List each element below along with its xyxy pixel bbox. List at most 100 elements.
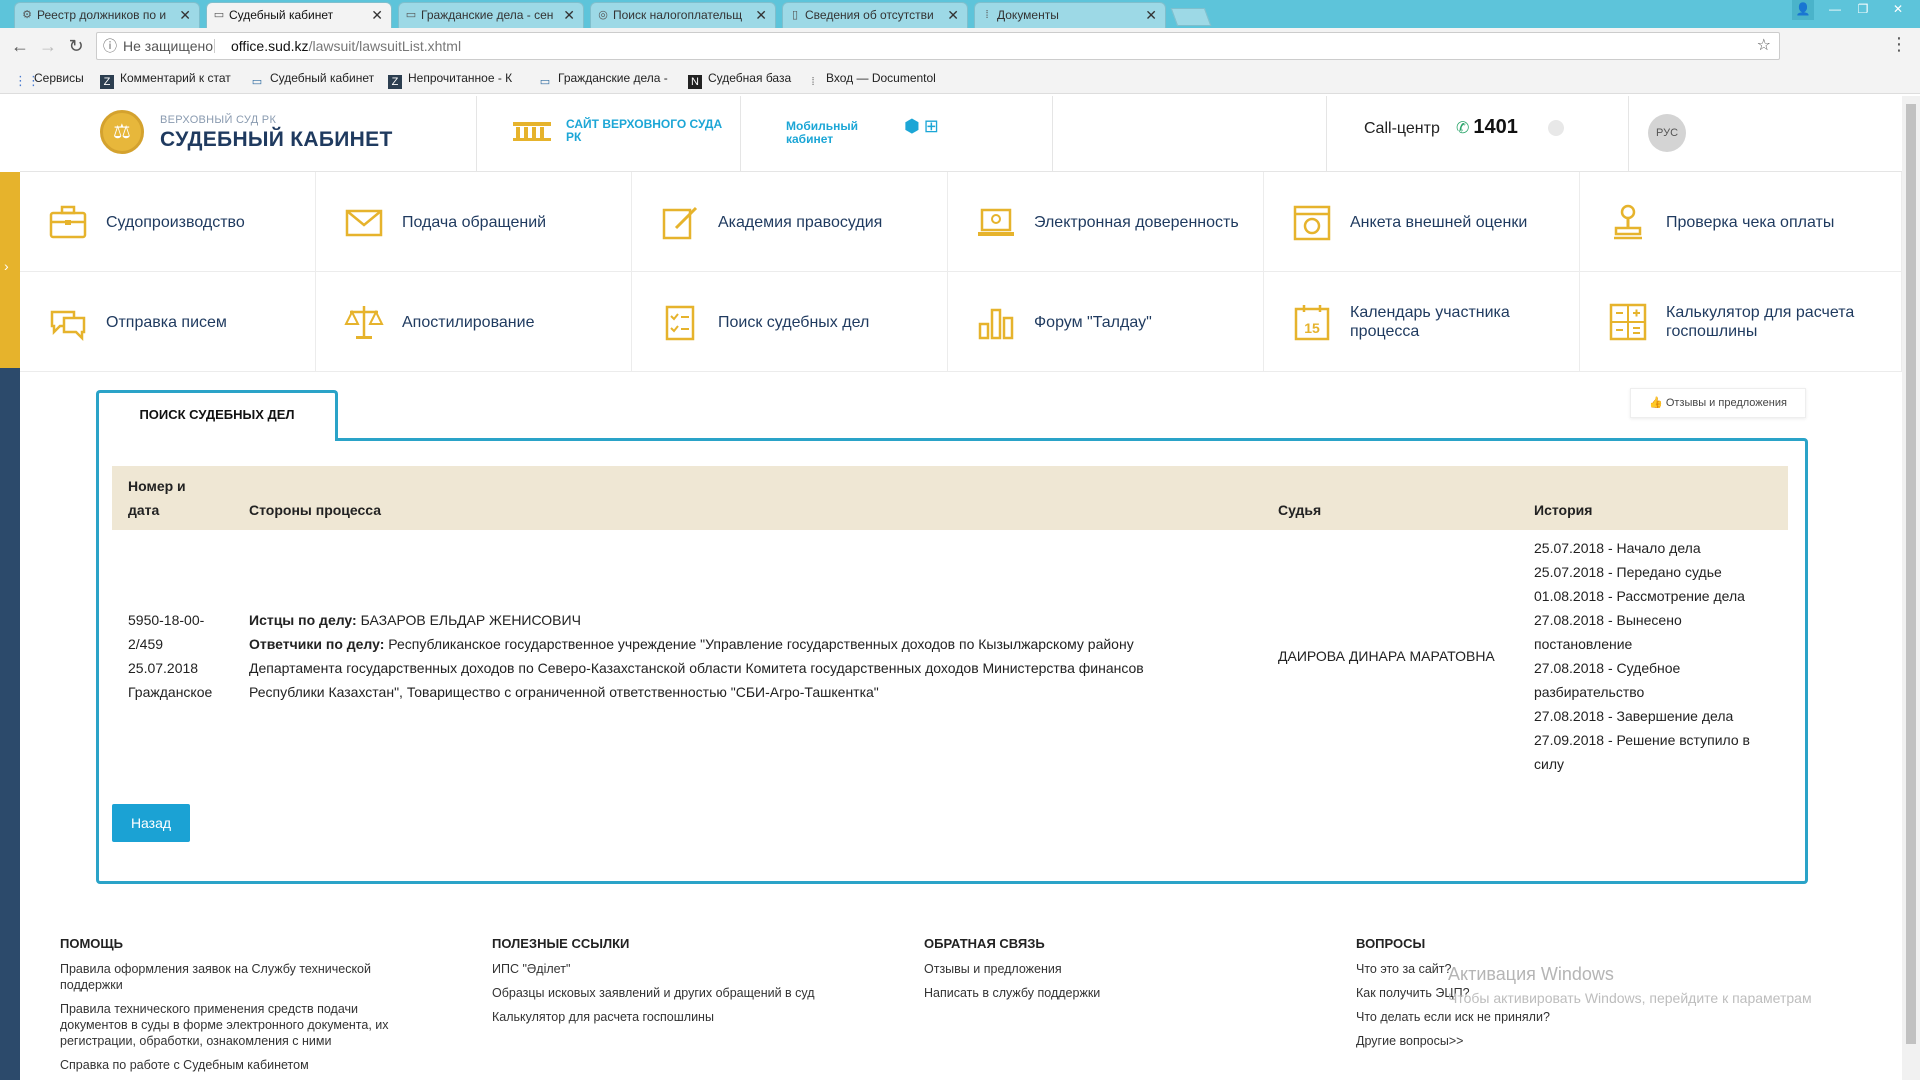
bookmark-item[interactable]: Z Комментарий к стат (100, 71, 231, 89)
phone-icon: ✆ (1456, 120, 1470, 137)
info-icon[interactable]: ⓘ (103, 33, 117, 59)
browser-tab[interactable]: ⁞ Документы ✕ (974, 2, 1166, 28)
case-number-date[interactable]: 5950-18-00- 2/459 25.07.2018 Гражданское (128, 608, 248, 704)
service-judicial-proceedings[interactable]: Судопроизводство (20, 172, 316, 272)
browser-tab-active[interactable]: ▭ Судебный кабинет ✕ (206, 2, 392, 28)
bookmark-item[interactable]: ▭ Судебный кабинет (250, 71, 374, 89)
logo-title[interactable]: СУДЕБНЫЙ КАБИНЕТ (160, 128, 393, 152)
browser-tab[interactable]: ⚙ Реестр должников по и ✕ (14, 2, 200, 28)
forward-arrow-icon[interactable]: → (36, 34, 60, 58)
browser-tab[interactable]: ◎ Поиск налогоплательщ ✕ (590, 2, 776, 28)
bookmark-label: Вход — Documentol (826, 71, 936, 85)
service-external-evaluation[interactable]: Анкета внешней оценки (1264, 172, 1580, 272)
service-participant-calendar[interactable]: 15 Календарь участника процесса (1264, 272, 1580, 372)
history-entry: силу (1534, 756, 1564, 772)
bookmark-item[interactable]: ⁞ Вход — Documentol (806, 71, 936, 89)
supreme-court-building-icon[interactable] (512, 120, 552, 142)
service-justice-academy[interactable]: Академия правосудия (632, 172, 948, 272)
url-text: office.sud.kz/lawsuit/lawsuitList.xhtml (231, 33, 461, 59)
bookmark-item[interactable]: ⋮⋮Сервисы (14, 71, 84, 88)
tax-icon: ◎ (598, 9, 608, 21)
supreme-court-link[interactable]: САЙТ ВЕРХОВНОГО СУДА РК (566, 118, 726, 144)
windows-icon[interactable]: ⊞ (924, 116, 943, 136)
service-label: Отправка писем (106, 313, 227, 331)
footer-feedback: ОБРАТНАЯ СВЯЗЬ Отзывы и предложения Напи… (924, 936, 1324, 1009)
browser-tab[interactable]: ▭ Гражданские дела - сен ✕ (398, 2, 584, 28)
defendant-name: Республики Казахстан", Товарищество с ог… (249, 684, 879, 700)
footer-link[interactable]: ИПС "Әділет" (492, 961, 892, 977)
service-forum-taldau[interactable]: Форум "Талдау" (948, 272, 1264, 372)
logo-subtitle[interactable]: ВЕРХОВНЫЙ СУД РК (160, 114, 276, 126)
language-switcher[interactable]: РУС (1648, 114, 1686, 152)
browser-tab[interactable]: ▯ Сведения об отсутстви ✕ (782, 2, 968, 28)
site-header: ⚖ ВЕРХОВНЫЙ СУД РК СУДЕБНЫЙ КАБИНЕТ САЙТ… (20, 96, 1902, 172)
chevron-right-icon[interactable]: › (4, 258, 9, 274)
reload-icon[interactable]: ↻ (64, 34, 88, 58)
callcenter-label: Call-центр (1364, 120, 1440, 137)
service-e-power-of-attorney[interactable]: Электронная доверенность (948, 172, 1264, 272)
close-icon[interactable]: ✕ (1145, 3, 1157, 27)
close-icon[interactable]: ✕ (179, 3, 191, 27)
feedback-label: Отзывы и предложения (1665, 397, 1787, 409)
callcenter-number[interactable]: ✆ 1401 (1456, 116, 1518, 139)
history-entry: разбирательство (1534, 684, 1645, 700)
feedback-button[interactable]: 👍 Отзывы и предложения (1630, 388, 1806, 418)
footer-link[interactable]: Отзывы и предложения (924, 961, 1324, 977)
new-tab-button[interactable] (1170, 8, 1212, 26)
table-header: Номер и дата Стороны процесса Судья Истор… (112, 466, 1788, 530)
bookmark-item[interactable]: ▭ Гражданские дела - (538, 71, 668, 89)
grid-icon: ⁞ (811, 76, 815, 88)
calculator-icon (1609, 303, 1647, 341)
court-emblem-icon[interactable]: ⚖ (100, 110, 144, 154)
footer-link[interactable]: Другие вопросы>> (1356, 1033, 1756, 1049)
service-send-letters[interactable]: Отправка писем (20, 272, 316, 372)
footer-link[interactable]: Написать в службу поддержки (924, 985, 1324, 1001)
footer-link[interactable]: Правила технического применения средств … (60, 1001, 420, 1049)
service-apostille[interactable]: Апостилирование (316, 272, 632, 372)
security-label: Не защищено (123, 38, 213, 54)
restore-icon[interactable]: ❐ (1852, 0, 1874, 20)
minimize-icon[interactable]: — (1824, 0, 1846, 20)
service-label: Календарь участника процесса (1350, 304, 1510, 340)
back-arrow-icon[interactable]: ← (8, 34, 32, 58)
service-check-payment[interactable]: Проверка чека оплаты (1580, 172, 1902, 272)
footer-link[interactable]: Правила оформления заявок на Службу техн… (60, 961, 420, 993)
close-icon[interactable]: ✕ (947, 3, 959, 27)
bookmark-star-icon[interactable]: ☆ (1757, 33, 1771, 59)
close-icon[interactable]: ✕ (563, 3, 575, 27)
bookmarks-bar: ⋮⋮Сервисы Z Комментарий к стат ▭ Судебный … (0, 64, 1920, 94)
case-number: 2/459 (128, 636, 164, 652)
stamp-icon (1614, 204, 1642, 240)
address-bar[interactable]: ⓘ Не защищено office.sud.kz/lawsuit/laws… (96, 32, 1780, 60)
service-label: Анкета внешней оценки (1350, 213, 1528, 231)
chat-icon (50, 310, 86, 342)
court-icon: ▭ (539, 76, 551, 88)
sidebar-toggle[interactable] (0, 172, 20, 368)
scrollbar-thumb[interactable] (1906, 104, 1916, 1044)
history-entry: 01.08.2018 - Рассмотрение дела (1534, 588, 1745, 604)
service-case-search[interactable]: Поиск судебных дел (632, 272, 948, 372)
profile-icon[interactable]: 👤 (1792, 0, 1814, 20)
tab-case-search[interactable]: ПОИСК СУДЕБНЫХ ДЕЛ (96, 390, 338, 441)
tab-label: Судебный кабинет (229, 8, 334, 22)
back-button[interactable]: Назад (112, 804, 190, 842)
column-label: Номер и (128, 478, 186, 494)
history-entry: 27.09.2018 - Решение вступило в (1534, 732, 1750, 748)
close-icon[interactable]: ✕ (371, 3, 383, 27)
service-submit-appeals[interactable]: Подача обращений (316, 172, 632, 272)
close-icon[interactable]: ✕ (755, 3, 767, 27)
case-type: Гражданское (128, 684, 213, 700)
footer-link[interactable]: Образцы исковых заявлений и других обращ… (492, 985, 892, 1001)
android-icon[interactable]: ⬢ (904, 116, 924, 136)
bookmark-item[interactable]: N Судебная база (688, 71, 791, 89)
tab-label: Документы (997, 8, 1059, 22)
footer-link[interactable]: Что делать если иск не приняли? (1356, 1009, 1756, 1025)
window-close-icon[interactable]: ✕ (1880, 0, 1916, 20)
info-icon[interactable] (1548, 120, 1564, 136)
divider (1052, 96, 1053, 172)
service-fee-calculator[interactable]: Калькулятор для расчета госпошлины (1580, 272, 1902, 372)
footer-link[interactable]: Калькулятор для расчета госпошлины (492, 1009, 892, 1025)
footer-link[interactable]: Справка по работе с Судебным кабинетом (60, 1057, 420, 1073)
browser-menu-icon[interactable]: ⋮ (1890, 34, 1908, 55)
bookmark-item[interactable]: Z Непрочитанное - К (388, 71, 512, 89)
